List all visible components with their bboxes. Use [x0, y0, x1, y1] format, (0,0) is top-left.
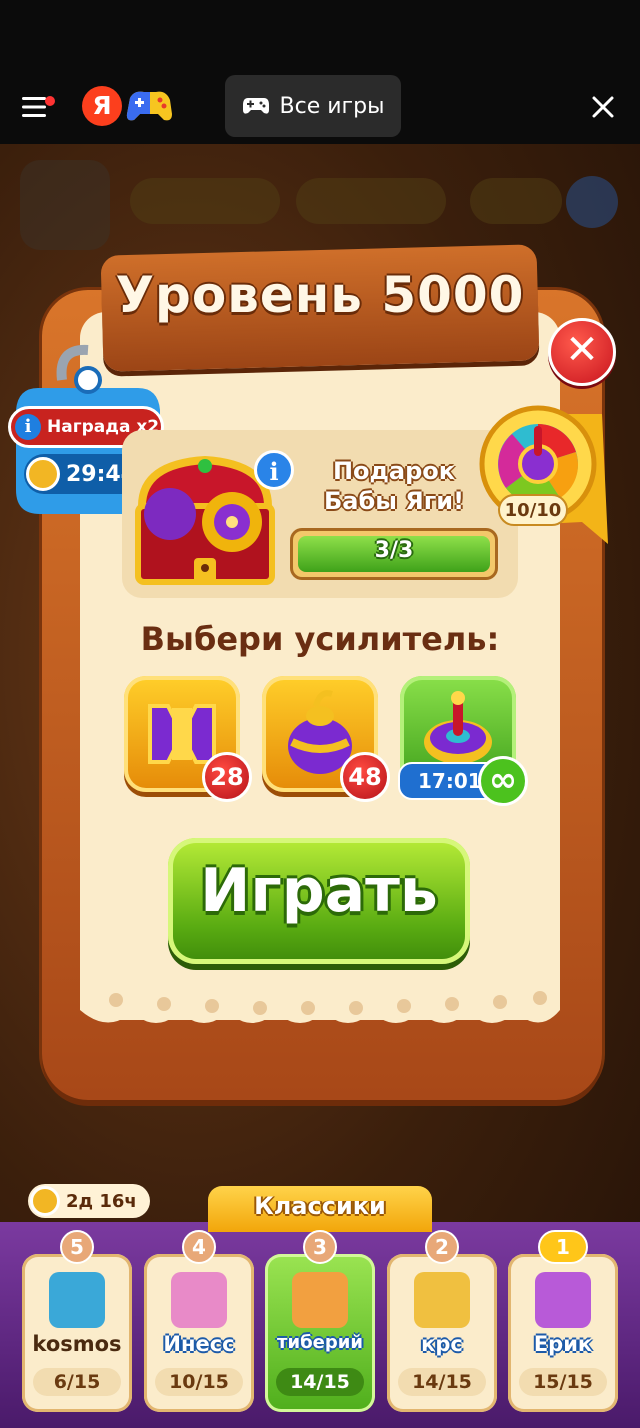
player-score: 6/15	[33, 1368, 121, 1396]
level-title: Уровень 5000	[115, 266, 525, 324]
wheel-ribbon[interactable]	[472, 404, 612, 554]
hud-lives	[296, 178, 446, 224]
info-icon[interactable]: i	[15, 414, 41, 440]
choose-booster-text: Выбери усилитель:	[140, 620, 500, 658]
hammer-count: 28	[202, 752, 252, 802]
player-rank: 4	[182, 1230, 216, 1264]
player-score: 15/15	[519, 1368, 607, 1396]
avatar	[414, 1272, 470, 1328]
player-rank: 5	[60, 1230, 94, 1264]
avatar	[171, 1272, 227, 1328]
all-games-button[interactable]: Все игры	[225, 75, 401, 137]
play-label[interactable]: Играть	[168, 856, 470, 926]
player-card[interactable]: 2 крс 14/15	[387, 1230, 497, 1412]
player-rank: 2	[425, 1230, 459, 1264]
infinity-icon: ∞	[478, 756, 528, 806]
league-timer-text: 2д 16ч	[66, 1190, 137, 1212]
yandex-logo[interactable]: Я	[82, 86, 122, 126]
player-rank: 3	[303, 1230, 337, 1264]
gamepad-icon	[242, 98, 269, 114]
player-card[interactable]: 1 Ерик 15/15	[508, 1230, 618, 1412]
player-score: 14/15	[398, 1368, 486, 1396]
gift-title-line1: Подарок	[332, 457, 456, 485]
player-card[interactable]: 5 kosmos 6/15	[22, 1230, 132, 1412]
gift-progress-text: 3/3	[374, 538, 414, 563]
settings-gear-icon	[566, 176, 618, 228]
gift-info-icon[interactable]: i	[254, 450, 294, 490]
hud-coins	[130, 178, 280, 224]
player-name: Ерик	[533, 1332, 593, 1356]
player-rank: 1	[538, 1230, 588, 1264]
league-timer: 2д 16ч	[28, 1184, 150, 1218]
yandex-games-logo[interactable]	[124, 86, 174, 126]
player-card-current[interactable]: 3 тиберий 14/15	[265, 1230, 375, 1412]
scalloped-edge	[80, 990, 560, 1023]
clock-icon	[30, 1186, 60, 1216]
player-name: Инесс	[163, 1332, 235, 1356]
avatar	[535, 1272, 591, 1328]
avatar-blurred	[20, 160, 110, 250]
wheel-count: 10/10	[498, 494, 568, 526]
player-name: тиберий	[277, 1332, 363, 1353]
league-tab[interactable]: Классики	[208, 1186, 432, 1232]
close-panel-button[interactable]: ✕	[548, 318, 616, 386]
close-icon[interactable]	[586, 90, 620, 124]
avatar	[49, 1272, 105, 1328]
player-score: 10/15	[155, 1368, 243, 1396]
menu-icon[interactable]	[22, 94, 56, 120]
hud-stars	[470, 178, 562, 224]
bomb-count: 48	[340, 752, 390, 802]
player-card[interactable]: 4 Инесс 10/15	[144, 1230, 254, 1412]
player-name: крс	[421, 1332, 463, 1356]
all-games-label: Все игры	[279, 93, 385, 119]
clock-icon	[26, 457, 60, 491]
gift-title: Подарок Бабы Яги!	[304, 456, 484, 516]
avatar	[292, 1272, 348, 1328]
player-name: kosmos	[32, 1332, 122, 1356]
gift-title-line2: Бабы Яги!	[323, 487, 465, 515]
player-score: 14/15	[276, 1368, 364, 1396]
